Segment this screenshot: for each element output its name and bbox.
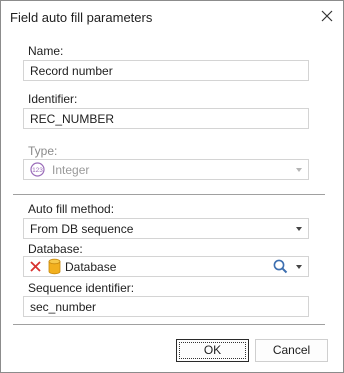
database-select[interactable]: Database <box>23 256 309 277</box>
sequence-identifier-value: sec_number <box>30 300 97 314</box>
database-value: Database <box>65 260 117 274</box>
separator <box>13 324 325 325</box>
clear-icon[interactable] <box>29 260 42 276</box>
identifier-label: Identifier: <box>28 92 78 106</box>
auto-fill-method-select[interactable]: From DB sequence <box>23 218 309 239</box>
search-icon[interactable] <box>273 259 288 277</box>
field-auto-fill-dialog: Field auto fill parameters Name: Record … <box>0 0 344 373</box>
identifier-field[interactable]: REC_NUMBER <box>23 108 309 129</box>
database-icon <box>48 258 61 278</box>
type-label: Type: <box>28 144 58 158</box>
type-value: Integer <box>52 163 90 177</box>
sequence-identifier-field[interactable]: sec_number <box>23 296 309 317</box>
integer-type-icon: 123 <box>30 162 45 180</box>
chevron-down-icon <box>296 168 302 172</box>
ok-button[interactable]: OK <box>176 339 249 362</box>
close-button[interactable] <box>313 3 341 29</box>
close-icon <box>321 10 333 22</box>
sequence-identifier-label: Sequence identifier: <box>28 281 135 295</box>
cancel-button[interactable]: Cancel <box>255 339 328 362</box>
name-field[interactable]: Record number <box>23 60 309 81</box>
svg-text:123: 123 <box>32 167 43 174</box>
auto-fill-method-label: Auto fill method: <box>28 202 115 216</box>
chevron-down-icon[interactable] <box>296 265 302 269</box>
name-label: Name: <box>28 44 64 58</box>
dialog-title: Field auto fill parameters <box>10 10 153 25</box>
type-select: 123 Integer <box>23 159 309 180</box>
chevron-down-icon <box>296 227 302 231</box>
separator <box>13 194 325 195</box>
identifier-value: REC_NUMBER <box>30 112 115 126</box>
auto-fill-method-value: From DB sequence <box>30 222 134 236</box>
database-label: Database: <box>28 242 83 256</box>
name-value: Record number <box>30 64 113 78</box>
